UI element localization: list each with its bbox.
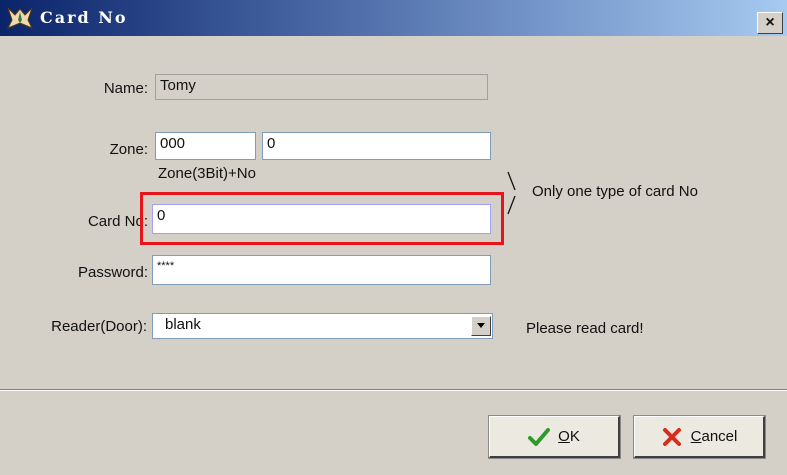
- chevron-down-icon: [477, 323, 485, 328]
- card-no-label: Card No:: [87, 213, 148, 230]
- window-title: Card No: [40, 8, 128, 27]
- cancel-button[interactable]: Cancel: [633, 415, 766, 459]
- name-label: Name:: [103, 80, 148, 97]
- reader-dropdown-button[interactable]: [471, 316, 491, 336]
- please-read-note: Please read card!: [526, 320, 644, 337]
- only-one-type-note: Only one type of card No: [532, 183, 698, 200]
- brace-icon: [505, 170, 521, 220]
- reader-select[interactable]: blank: [152, 313, 493, 339]
- card-no-dialog: Card No × Name: Tomy Zone: 000 0 Zone(3B…: [0, 0, 787, 475]
- separator: [0, 389, 787, 391]
- cancel-label: Cancel: [690, 428, 738, 445]
- name-field: Tomy: [155, 74, 488, 100]
- title-bar: Card No ×: [0, 0, 787, 36]
- reader-label: Reader(Door):: [51, 318, 147, 335]
- checkmark-icon: [528, 426, 551, 448]
- zone-number-field[interactable]: 0: [262, 132, 491, 160]
- ok-label: OK: [558, 428, 580, 445]
- zone-label: Zone:: [109, 141, 148, 158]
- ok-button[interactable]: OK: [488, 415, 621, 459]
- close-button[interactable]: ×: [757, 12, 783, 34]
- x-icon: [661, 426, 683, 448]
- zone-field[interactable]: 000: [155, 132, 256, 160]
- card-no-highlight-box: [140, 192, 504, 245]
- password-field[interactable]: ****: [152, 255, 491, 285]
- zone-hint: Zone(3Bit)+No: [158, 165, 256, 182]
- close-icon: ×: [765, 14, 775, 31]
- password-label: Password:: [77, 264, 148, 281]
- app-logo-icon: [6, 6, 34, 30]
